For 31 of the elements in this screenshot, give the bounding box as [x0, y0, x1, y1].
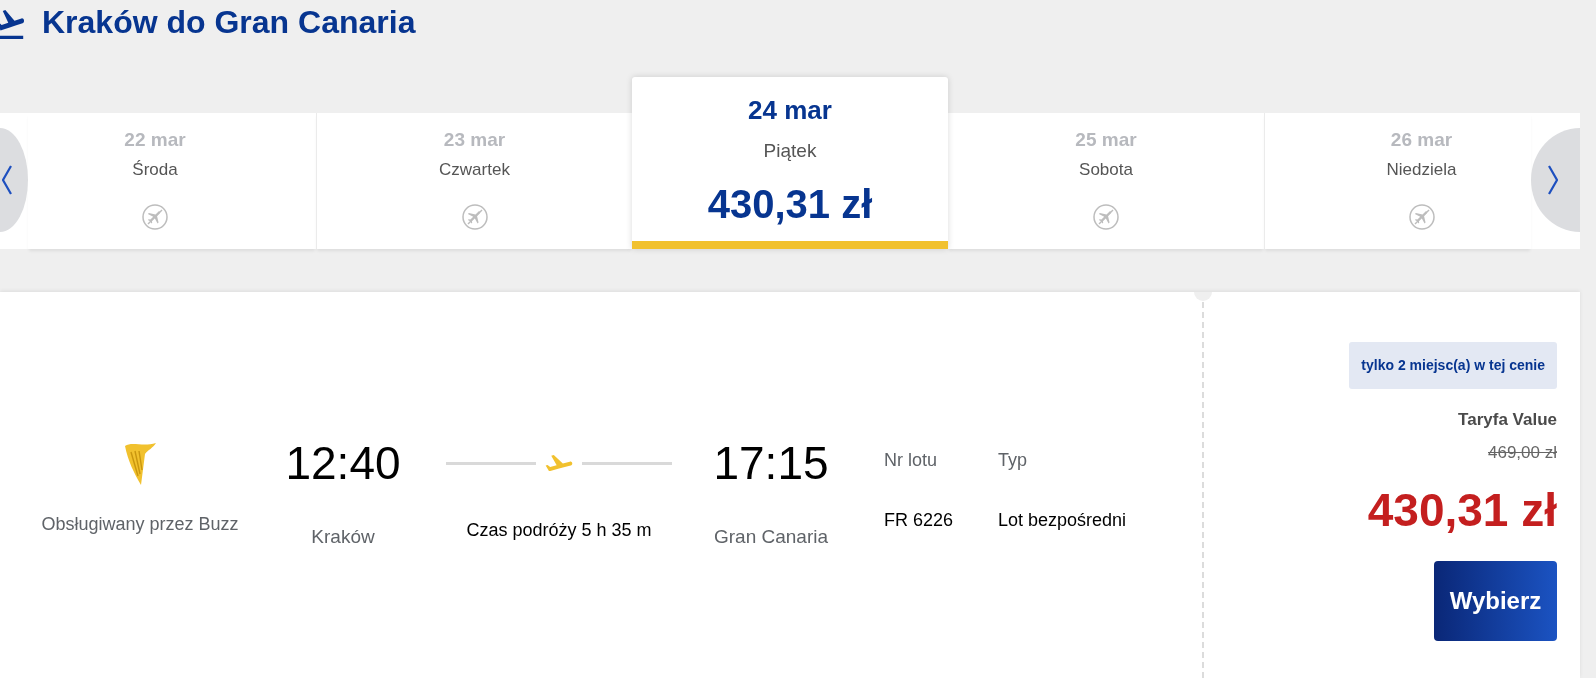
arrival-airport: Gran Canaria — [713, 526, 829, 548]
travel-time: Czas podróży 5 h 35 m — [466, 519, 652, 541]
page-title: Kraków do Gran Canaria — [42, 3, 416, 42]
crossed-plane-icon — [461, 204, 488, 230]
chevron-left-icon — [2, 165, 12, 195]
chevron-right-icon — [1548, 165, 1558, 195]
detail-label: Typ — [998, 449, 1027, 471]
date-tab[interactable]: 26 mar Niedziela — [1264, 113, 1531, 249]
detail-label: Nr lotu — [884, 449, 937, 471]
old-price: 469,00 zł — [1488, 442, 1557, 464]
fare-price: 430,31 zł — [1367, 487, 1557, 533]
operator-label: Obsługiwany przez Buzz — [41, 513, 239, 535]
departure-airport: Kraków — [311, 526, 375, 548]
crossed-plane-icon — [1093, 204, 1119, 230]
date-tab[interactable]: 23 mar Czwartek — [316, 113, 632, 249]
arrival-time: 17:15 — [713, 436, 829, 491]
plane-takeoff-icon — [0, 10, 24, 39]
select-button[interactable]: Wybierz — [1434, 561, 1557, 641]
crossed-plane-icon — [142, 204, 168, 230]
harp-icon — [122, 440, 158, 486]
crossed-plane-icon — [1408, 204, 1435, 230]
date-tab[interactable]: 24 mar Piątek 430,31 zł — [632, 77, 948, 249]
date-tab[interactable]: 25 mar Sobota — [948, 113, 1264, 249]
seats-left-badge: tylko 2 miejsc(a) w tej cenie — [1349, 342, 1557, 389]
detail-value: FR 6226 — [884, 509, 954, 531]
fare-name: Taryfa Value — [1458, 409, 1557, 431]
detail-value: Lot bezpośredni — [998, 509, 1127, 531]
ticket-notch — [1194, 292, 1212, 301]
date-tab[interactable]: 22 mar Środa — [28, 113, 316, 249]
plane-icon — [545, 455, 573, 471]
departure-time: 12:40 — [285, 436, 401, 491]
